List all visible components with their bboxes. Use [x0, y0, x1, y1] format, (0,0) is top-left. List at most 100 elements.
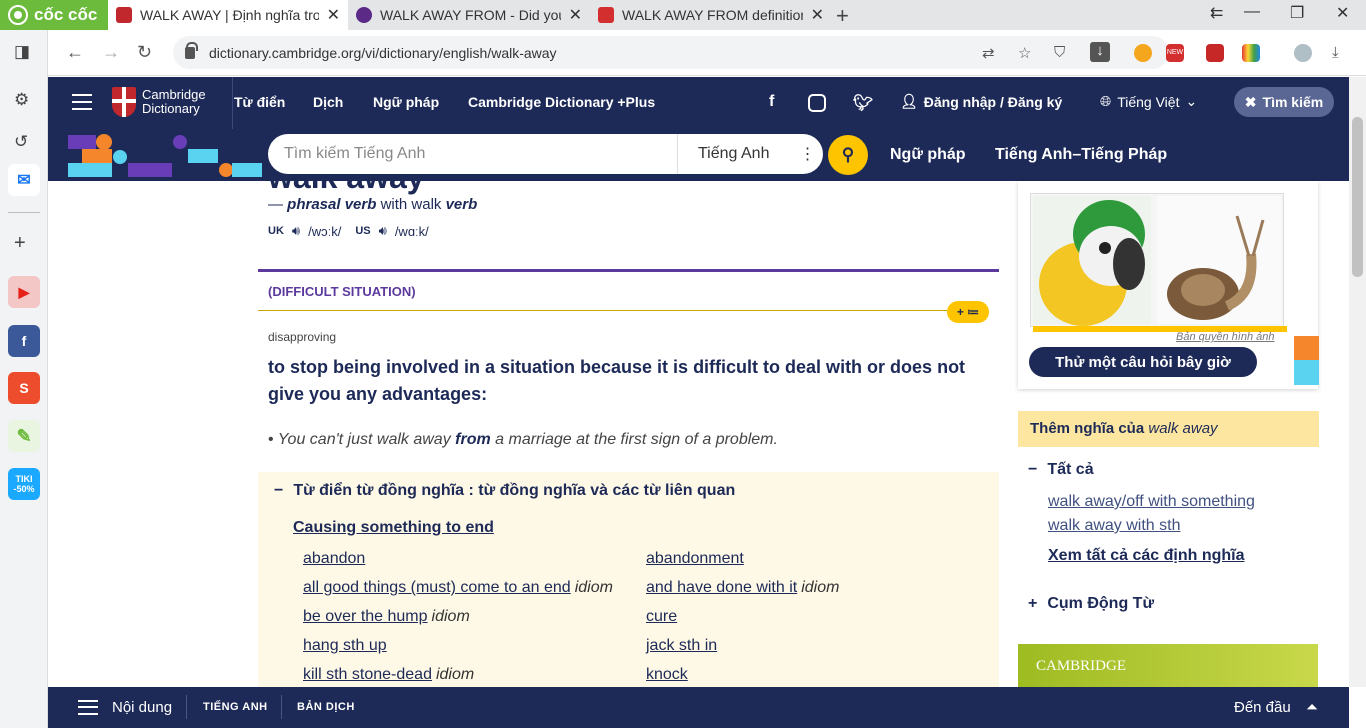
related-link[interactable]: walk away/off with something: [1048, 493, 1255, 511]
menu-icon[interactable]: [72, 94, 92, 110]
thesaurus-link[interactable]: hang sth up: [303, 637, 387, 655]
contents-menu-icon[interactable]: [78, 700, 98, 715]
shopee-icon[interactable]: S: [8, 372, 40, 404]
tab-definition[interactable]: WALK AWAY FROM definition ✕: [590, 0, 832, 30]
cambridge-ad-banner[interactable]: CAMBRIDGE: [1018, 644, 1318, 687]
translation-link[interactable]: BẢN DỊCH: [297, 701, 355, 713]
minus-icon: −: [1028, 461, 1038, 478]
minimize-icon[interactable]: —: [1244, 3, 1260, 21]
back-icon[interactable]: ←: [66, 42, 84, 63]
extension-grid-icon[interactable]: [1242, 44, 1260, 62]
browser-sidebar: ◨ ⚙ ↺ ✉ + ▶ f S ✎ TIKI -50%: [0, 30, 48, 728]
settings-gear-icon[interactable]: ⚙: [14, 90, 29, 110]
thesaurus-link[interactable]: knock: [646, 666, 688, 684]
facebook-icon[interactable]: f: [8, 325, 40, 357]
instagram-icon[interactable]: [808, 94, 826, 112]
dictionary-selector[interactable]: Tiếng Anh ⋮: [678, 144, 823, 164]
messenger-icon[interactable]: ✉: [8, 164, 40, 196]
nav-translate[interactable]: Dịch: [313, 94, 343, 110]
image-copyright-link[interactable]: Bản quyền hình ảnh: [1176, 331, 1274, 343]
arrow-up-icon[interactable]: ⏶: [1306, 699, 1318, 716]
tab-title: WALK AWAY FROM definition: [622, 7, 803, 23]
thesaurus-link[interactable]: kill sth stone-dead idiom: [303, 666, 474, 684]
twitter-icon[interactable]: 🐦︎: [853, 93, 873, 113]
pos-with-link[interactable]: with walk: [381, 196, 442, 213]
restore-icon[interactable]: ❐: [1290, 3, 1304, 23]
tab-close-icon[interactable]: ✕: [811, 5, 824, 25]
quiz-image[interactable]: [1030, 193, 1287, 332]
nav-grammar[interactable]: Ngữ pháp: [373, 94, 439, 110]
english-link[interactable]: TIẾNG ANH: [203, 701, 268, 713]
coccoc-extension-icon[interactable]: ✎: [8, 420, 40, 452]
uk-audio-icon[interactable]: 🔊︎: [292, 223, 300, 239]
nav-plus[interactable]: Cambridge Dictionary +Plus: [468, 94, 655, 110]
browser-brand-label: cốc cốc: [34, 5, 98, 24]
bookmark-star-icon[interactable]: ☆: [1018, 44, 1031, 62]
more-prefix: Thêm nghĩa của: [1030, 420, 1145, 437]
pronunciation: UK 🔊︎ /wɔːk/ US 🔊︎ /wɑːk/: [268, 223, 429, 239]
add-to-wordlist-button[interactable]: + ≔: [947, 301, 989, 323]
add-app-icon[interactable]: +: [14, 232, 26, 255]
us-audio-icon[interactable]: 🔊︎: [379, 223, 387, 239]
contents-link[interactable]: Nội dung: [112, 699, 172, 716]
thesaurus-toggle[interactable]: − Từ điển từ đồng nghĩa : từ đồng nghĩa …: [274, 482, 735, 500]
login-link[interactable]: 👤︎ Đăng nhập / Đăng ký: [900, 93, 1062, 110]
extension-power-icon[interactable]: [1206, 44, 1224, 62]
tiki-icon[interactable]: TIKI -50%: [8, 468, 40, 500]
thesaurus-link[interactable]: and have done with it idiom: [646, 579, 839, 597]
history-icon[interactable]: ↺: [14, 132, 28, 152]
nav-dictionary[interactable]: Từ điển: [234, 94, 285, 110]
thesaurus-link[interactable]: jack sth in: [646, 637, 717, 655]
translate-icon[interactable]: ⇄: [982, 44, 995, 62]
search-input[interactable]: Tìm kiếm Tiếng Anh: [268, 134, 678, 174]
parrot-snail-illustration: [1033, 196, 1281, 326]
download-page-icon[interactable]: ↓: [1090, 42, 1110, 62]
back-to-top-link[interactable]: Đến đầu: [1234, 699, 1291, 716]
search-submit-button[interactable]: ⚲: [828, 135, 868, 175]
related-link[interactable]: walk away with sth: [1048, 517, 1181, 535]
forward-icon[interactable]: →: [102, 42, 120, 63]
thesaurus-category-link[interactable]: Causing something to end: [293, 519, 494, 537]
language-label: Tiếng Việt: [1117, 93, 1180, 110]
profile-avatar[interactable]: [1294, 44, 1312, 62]
tab-close-icon[interactable]: ✕: [327, 5, 340, 25]
sense-guideword: (DIFFICULT SITUATION): [268, 284, 416, 299]
quiz-card: Bản quyền hình ảnh Thử một câu hỏi bây g…: [1018, 181, 1318, 389]
tab-search-icon[interactable]: ⇇: [1210, 3, 1223, 23]
language-selector[interactable]: 🌐︎ Tiếng Việt ⌄: [1100, 93, 1197, 110]
downloads-icon[interactable]: ⤓: [1332, 44, 1339, 61]
new-tab-icon[interactable]: +: [836, 3, 849, 29]
coccoc-menu-button[interactable]: cốc cốc: [0, 0, 108, 30]
youtube-icon[interactable]: ▶: [8, 276, 40, 308]
header-divider: [232, 77, 233, 129]
thesaurus-link[interactable]: cure: [646, 608, 677, 626]
close-window-icon[interactable]: ✕: [1336, 3, 1349, 23]
facebook-icon[interactable]: f: [769, 93, 774, 111]
thesaurus-link[interactable]: all good things (must) come to an end idi…: [303, 579, 613, 597]
example-post: a marriage at the first sign of a proble…: [495, 431, 778, 448]
thesaurus-link[interactable]: abandon: [303, 550, 365, 568]
sidebar-panel-icon[interactable]: ◨: [14, 42, 30, 62]
extension-new-icon[interactable]: NEW: [1166, 44, 1184, 62]
page-scrollbar[interactable]: [1349, 77, 1366, 687]
tab-close-icon[interactable]: ✕: [569, 5, 582, 25]
dictionary-selector-label: Tiếng Anh: [698, 145, 770, 162]
thesaurus-link[interactable]: be over the hump idiom: [303, 608, 470, 626]
try-quiz-button[interactable]: Thử một câu hỏi bây giờ: [1029, 347, 1257, 377]
reload-icon[interactable]: ↻: [137, 42, 152, 63]
see-all-definitions-link[interactable]: Xem tất cả các định nghĩa: [1048, 547, 1245, 565]
thesaurus-link[interactable]: abandonment: [646, 550, 744, 568]
all-meanings-toggle[interactable]: − Tất cả: [1028, 461, 1094, 479]
example-sentence: • You can't just walk away from a marria…: [268, 431, 778, 449]
search-button-label: Tìm kiếm: [1262, 94, 1324, 110]
cambridge-dictionary-logo[interactable]: Cambridge Dictionary: [112, 87, 206, 117]
extension-color-icon[interactable]: [1134, 44, 1152, 62]
grammar-link[interactable]: Ngữ pháp: [890, 146, 966, 164]
tab-did-you-mean[interactable]: WALK AWAY FROM - Did you ✕: [348, 0, 590, 30]
shield-icon[interactable]: ⛉: [1054, 44, 1065, 61]
toggle-search-button[interactable]: ✖ Tìm kiếm: [1234, 87, 1334, 117]
scrollbar-thumb[interactable]: [1352, 117, 1363, 277]
tab-walk-away-cambridge[interactable]: WALK AWAY | Định nghĩa tron ✕: [108, 0, 348, 30]
phrasal-verbs-toggle[interactable]: + Cụm Động Từ: [1028, 595, 1154, 613]
english-french-link[interactable]: Tiếng Anh–Tiếng Pháp: [995, 146, 1167, 164]
